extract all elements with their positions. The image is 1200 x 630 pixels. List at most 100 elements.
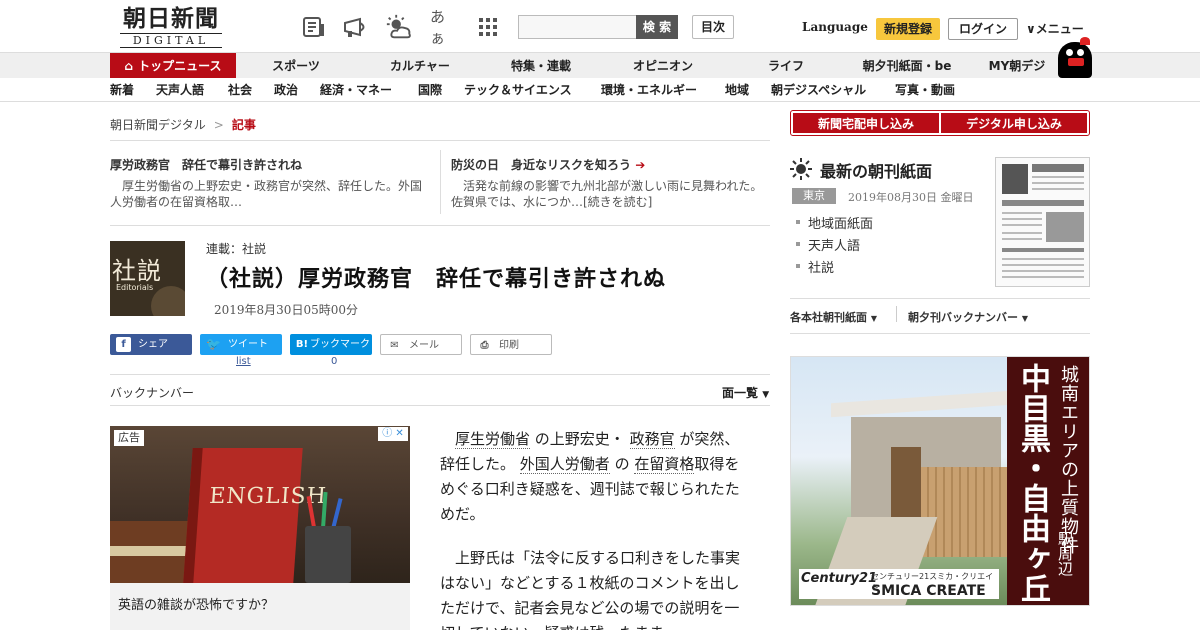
search-input[interactable] bbox=[518, 15, 638, 39]
page-list-dropdown[interactable]: 面一覧 ▼ bbox=[722, 384, 769, 401]
nav2-tech[interactable]: テック＆サイエンス bbox=[464, 78, 572, 102]
weather-icon[interactable] bbox=[385, 14, 413, 40]
menu-button[interactable]: ∨メニュー bbox=[1026, 20, 1084, 37]
nav-features[interactable]: 特集・連載 bbox=[495, 53, 587, 79]
register-button[interactable]: 新規登録 bbox=[876, 18, 940, 40]
nav-top-news[interactable]: ⌂ トップニュース bbox=[110, 53, 236, 79]
triangle-down-icon: ▼ bbox=[870, 314, 877, 323]
regional-papers-dropdown[interactable]: 各本社朝刊紙面 ▼ bbox=[790, 309, 877, 325]
teaser-2-title-text: 防災の日 身近なリスクを知ろう bbox=[451, 158, 632, 172]
nav2-latest[interactable]: 新着 bbox=[110, 78, 134, 102]
newspaper-icon[interactable] bbox=[300, 14, 328, 40]
keyword-link[interactable]: 在留資格 bbox=[634, 455, 695, 474]
breadcrumb-current: 記事 bbox=[231, 118, 256, 132]
nav-opinion[interactable]: オピニオン bbox=[617, 53, 709, 79]
keyword-link[interactable]: 政務官 bbox=[629, 430, 675, 449]
nav2-tenseijingo[interactable]: 天声人語 bbox=[156, 78, 204, 102]
hatena-count[interactable]: 0 bbox=[331, 356, 337, 367]
nav-culture[interactable]: カルチャー bbox=[374, 53, 466, 79]
hatena-bookmark-button[interactable]: B! ブックマーク bbox=[290, 334, 372, 355]
megaphone-icon[interactable] bbox=[342, 14, 370, 40]
article-date: 2019年8月30日05時00分 bbox=[214, 303, 358, 317]
bullet-icon bbox=[796, 242, 800, 246]
logo-japanese: 朝日新聞 bbox=[123, 5, 219, 32]
twitter-share-button[interactable]: 🐦 ツイート bbox=[200, 334, 282, 355]
paper-link-editorial[interactable]: 社説 bbox=[808, 257, 834, 276]
twitter-count[interactable]: list bbox=[236, 356, 251, 367]
home-delivery-button[interactable]: 新聞宅配申し込み bbox=[793, 113, 939, 133]
nav-life[interactable]: ライフ bbox=[740, 53, 832, 79]
ad-vertical-text-2: 中目黒・自由ヶ丘 bbox=[1015, 363, 1050, 603]
divider bbox=[790, 298, 1090, 299]
breadcrumb-home[interactable]: 朝日新聞デジタル bbox=[110, 118, 206, 132]
mail-icon: ✉ bbox=[390, 340, 399, 351]
chevron-down-icon: ∨ bbox=[1026, 22, 1036, 36]
series-label[interactable]: 連載：社説 bbox=[206, 240, 266, 257]
morning-paper-title[interactable]: 最新の朝刊紙面 bbox=[820, 158, 932, 182]
century21-logo-text: Century21 bbox=[801, 571, 878, 586]
ad-choices-icon[interactable]: ⓘ ✕ bbox=[378, 427, 408, 441]
home-icon: ⌂ bbox=[124, 59, 134, 73]
keyword-link[interactable]: 外国人労働者 bbox=[519, 455, 610, 474]
facebook-share-button[interactable]: f シェア bbox=[110, 334, 192, 355]
nav-sports[interactable]: スポーツ bbox=[250, 53, 342, 79]
hatena-icon: B! bbox=[295, 339, 309, 350]
print-button[interactable]: ⎙ 印刷 bbox=[470, 334, 552, 355]
search-button[interactable]: 検 索 bbox=[636, 15, 678, 39]
teaser-2-text-line1: 活発な前線の影響で九州北部が激しい雨に見舞われた。 bbox=[451, 179, 763, 193]
nav2-economy[interactable]: 経済・マネー bbox=[320, 78, 392, 102]
site-logo[interactable]: 朝日新聞 DIGITAL bbox=[112, 6, 230, 48]
toc-button[interactable]: 目次 bbox=[692, 15, 734, 39]
front-page-thumbnail[interactable] bbox=[995, 157, 1090, 287]
menu-label: メニュー bbox=[1035, 22, 1084, 36]
teaser-2-text-line2[interactable]: 佐賀県では、水につか…[続きを読む] bbox=[451, 194, 652, 210]
nav-top-news-label: トップニュース bbox=[138, 59, 222, 73]
region-badge: 東京 bbox=[792, 188, 836, 204]
paper-link-local[interactable]: 地域面紙面 bbox=[808, 213, 873, 232]
mail-share-button[interactable]: ✉ メール bbox=[380, 334, 462, 355]
paper-link-tenseijingo[interactable]: 天声人語 bbox=[808, 235, 860, 254]
grid-icon[interactable] bbox=[474, 14, 502, 40]
divider bbox=[110, 374, 770, 375]
nav-my-asadigi[interactable]: MY朝デジ bbox=[976, 53, 1058, 79]
text: の bbox=[609, 455, 635, 473]
teaser-1-title[interactable]: 厚労政務官 辞任で幕引き許されね bbox=[110, 156, 302, 173]
backnumber-dropdown[interactable]: 朝夕刊バックナンバー ▼ bbox=[908, 309, 1028, 325]
facebook-icon: f bbox=[116, 337, 131, 352]
nav2-politics[interactable]: 政治 bbox=[274, 78, 298, 102]
nav2-international[interactable]: 国際 bbox=[418, 78, 442, 102]
login-button[interactable]: ログイン bbox=[948, 18, 1018, 40]
century21-logo: Century21 センチュリー21スミカ・クリエイト SMICA CREATE bbox=[799, 569, 999, 599]
nav2-photo-video[interactable]: 写真・動画 bbox=[895, 78, 955, 102]
nav-paper[interactable]: 朝夕刊紙面・be bbox=[850, 53, 964, 79]
nav2-region[interactable]: 地域 bbox=[725, 78, 749, 102]
teaser-1-text-line2: 人労働者の在留資格取… bbox=[110, 195, 243, 209]
editorial-thumbnail: 社説 Editorials bbox=[110, 241, 185, 316]
ad-vertical-text-1: 城南エリアの上質物件 bbox=[1058, 365, 1079, 555]
primary-nav: ⌂ トップニュース スポーツ カルチャー 特集・連載 オピニオン ライフ 朝夕刊紙… bbox=[0, 52, 1200, 79]
ad-caption[interactable]: 英語の雑談が恐怖ですか？ bbox=[118, 594, 274, 613]
hatena-bookmark-label: ブックマーク bbox=[310, 339, 370, 350]
teaser-2-title[interactable]: 防災の日 身近なリスクを知ろう ➔ bbox=[451, 156, 645, 173]
facebook-share-label: シェア bbox=[138, 339, 168, 350]
keyword-link[interactable]: 厚生労働省 bbox=[455, 430, 531, 449]
page-list-label: 面一覧 bbox=[722, 386, 759, 400]
printer-icon: ⎙ bbox=[480, 340, 489, 351]
print-label: 印刷 bbox=[499, 340, 519, 351]
font-size-icon[interactable]: あぁ bbox=[430, 8, 458, 47]
subscribe-buttons: 新聞宅配申し込み デジタル申し込み bbox=[790, 110, 1090, 136]
backnumber-label[interactable]: バックナンバー bbox=[110, 384, 194, 401]
nav2-society[interactable]: 社会 bbox=[228, 78, 252, 102]
ad-real-estate[interactable]: Century21 センチュリー21スミカ・クリエイト SMICA CREATE… bbox=[790, 356, 1090, 606]
ad-label: 広告 bbox=[114, 430, 144, 446]
ad-english[interactable]: ENGLISH 広告 ⓘ ✕ 英語の雑談が恐怖ですか？ bbox=[110, 426, 410, 630]
digital-subscribe-button[interactable]: デジタル申し込み bbox=[941, 113, 1087, 133]
article-paragraph-1: 厚生労働省 の上野宏史・ 政務官 が突然、辞任した。 外国人労働者 の 在留資格… bbox=[440, 427, 750, 527]
nav2-environment[interactable]: 環境・エネルギー bbox=[601, 78, 697, 102]
nav2-special[interactable]: 朝デジスペシャル bbox=[771, 78, 866, 102]
article-headline: （社説）厚労政務官 辞任で幕引き許されぬ bbox=[206, 267, 667, 292]
mascot-icon bbox=[1058, 37, 1092, 78]
mail-share-label: メール bbox=[409, 340, 439, 351]
language-link[interactable]: Language bbox=[802, 20, 868, 34]
ad-text-panel: 城南エリアの上質物件 中目黒・自由ヶ丘 駅周辺 bbox=[1007, 357, 1089, 605]
